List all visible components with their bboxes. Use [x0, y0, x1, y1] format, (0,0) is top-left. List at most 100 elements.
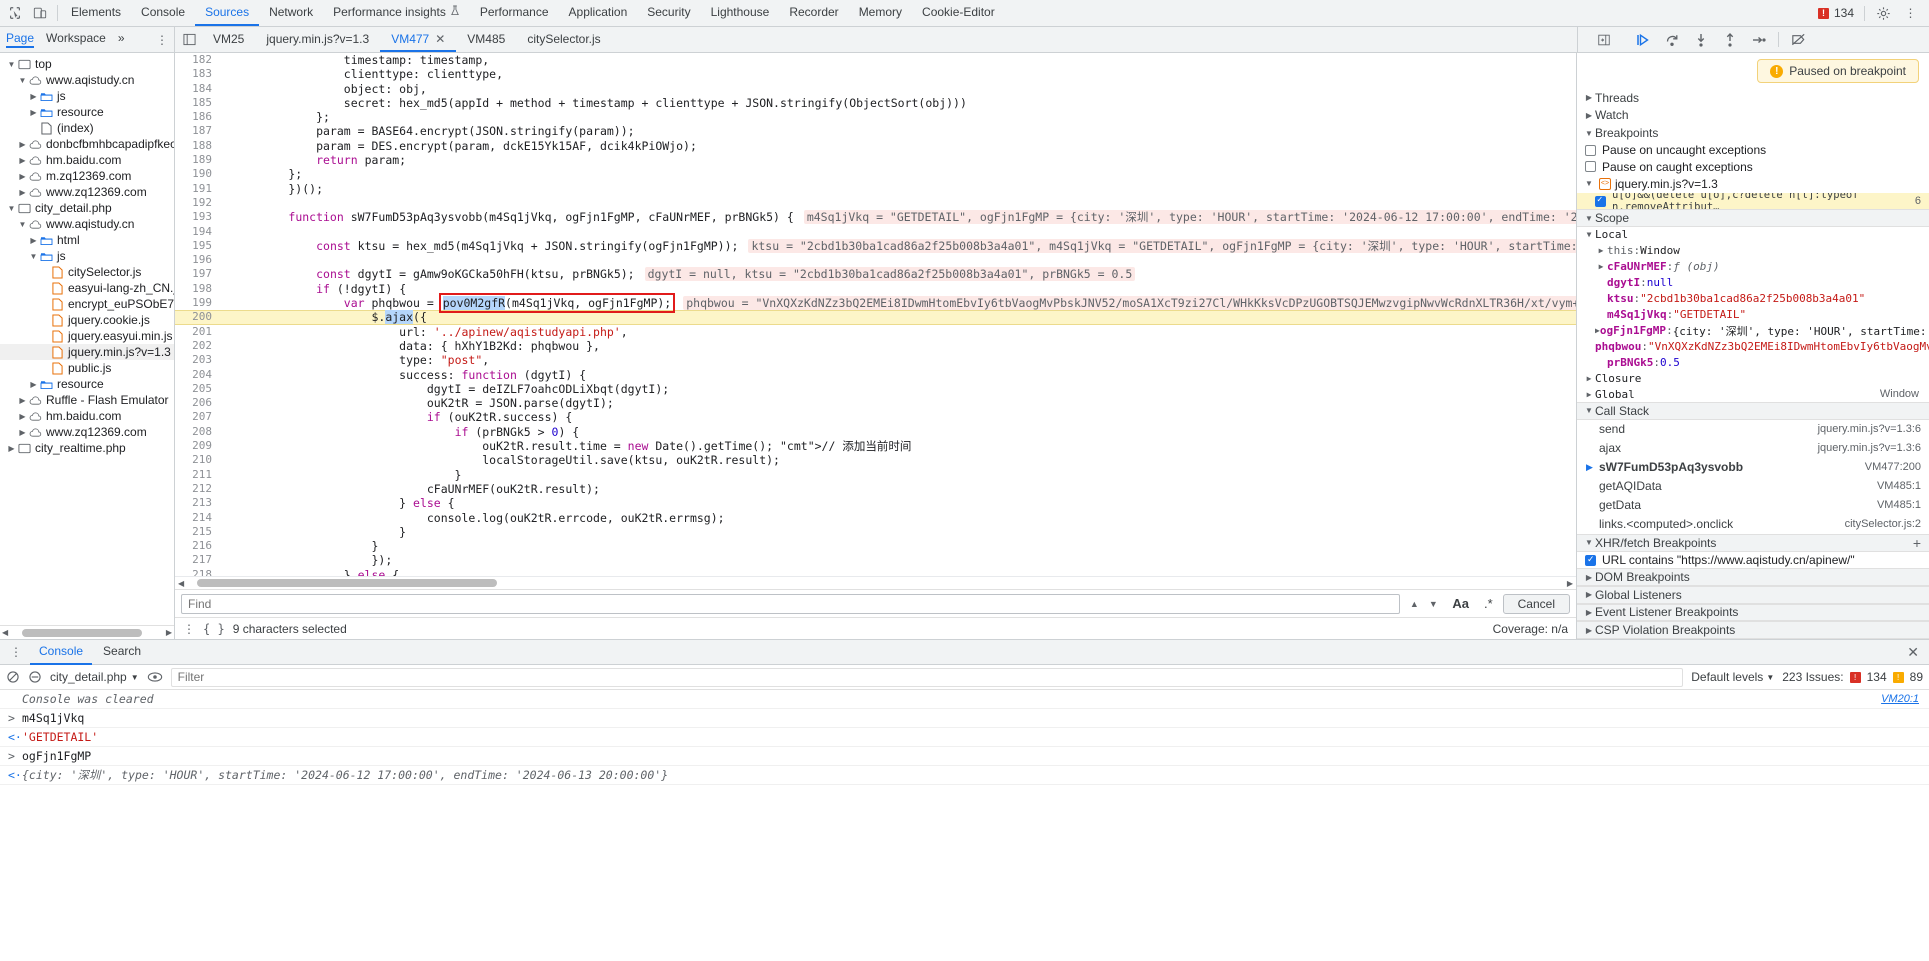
scope-variable[interactable]: ▶ ogFjn1FgMP: {city: '深圳', type: 'HOUR', … [1577, 323, 1929, 339]
line-number[interactable]: 196 [175, 253, 221, 267]
code-text[interactable]: type: "post", [231, 353, 489, 367]
code-line[interactable]: 216 } [175, 539, 1576, 553]
navigator-horizontal-scrollbar[interactable]: ◀ ▶ [0, 625, 174, 639]
section-breakpoints[interactable]: ▼ Breakpoints [1577, 124, 1929, 142]
code-text[interactable]: object: obj, [231, 82, 427, 96]
code-text[interactable]: }; [231, 167, 302, 181]
find-input[interactable] [181, 593, 1401, 614]
code-line[interactable]: 214 console.log(ouK2tR.errcode, ouK2tR.e… [175, 511, 1576, 525]
more-vertical-icon[interactable]: ⋮ [1902, 5, 1919, 22]
chevron-up-icon[interactable]: ▲ [1405, 594, 1423, 614]
editor-tab-vm25[interactable]: VM25 [202, 27, 255, 52]
tab-lighthouse[interactable]: Lighthouse [701, 0, 780, 26]
breakpoint-entry[interactable]: u[o]&&(delete u[o],c?delete n[l]:typeof … [1577, 192, 1929, 210]
code-line[interactable]: 208 if (prBNGk5 > 0) { [175, 425, 1576, 439]
tree-item-donbcfbmhbcapadipfkeojnn[interactable]: ▶ donbcfbmhbcapadipfkeojnn [0, 136, 174, 152]
chevron-right-icon[interactable]: ▶ [28, 107, 39, 118]
code-text[interactable]: } [231, 539, 378, 553]
editor-tab-vm485[interactable]: VM485 [456, 27, 516, 52]
line-number[interactable]: 188 [175, 139, 221, 153]
chevron-right-icon[interactable]: ▶ [17, 395, 28, 406]
chevron-right-icon[interactable]: ▶ [17, 155, 28, 166]
chevron-right-icon[interactable]: ▶ [28, 379, 39, 390]
tab-application[interactable]: Application [559, 0, 638, 26]
code-line[interactable]: 206 ouK2tR = JSON.parse(dgytI); [175, 396, 1576, 410]
scope-closure[interactable]: ▶ Closure [1577, 371, 1929, 387]
code-line[interactable]: 184 object: obj, [175, 82, 1576, 96]
call-stack-frame-location[interactable]: jquery.min.js?v=1.3:6 [1818, 423, 1929, 435]
code-text[interactable]: param = BASE64.encrypt(JSON.stringify(pa… [231, 124, 635, 138]
console-message[interactable]: Console was cleared VM20:1 [0, 690, 1929, 709]
scope-variable[interactable]: prBNGk5: 0.5 [1577, 355, 1929, 371]
code-viewport[interactable]: 182 timestamp: timestamp, 183 clienttype:… [175, 53, 1576, 576]
pause-on-uncaught-exceptions[interactable]: Pause on uncaught exceptions [1577, 142, 1929, 159]
code-text[interactable]: timestamp: timestamp, [231, 53, 489, 67]
tree-item-city-realtime-php[interactable]: ▶ city_realtime.php [0, 440, 174, 456]
section-global-listeners[interactable]: ▶ Global Listeners [1577, 586, 1929, 604]
code-line[interactable]: 213 } else { [175, 496, 1576, 510]
line-number[interactable]: 208 [175, 425, 221, 439]
line-number[interactable]: 211 [175, 468, 221, 482]
code-text[interactable]: dgytI = deIZLF7oahcODLiXbqt(dgytI); [231, 382, 669, 396]
tree-item-html[interactable]: ▶ html [0, 232, 174, 248]
nav-tab-page[interactable]: Page [6, 31, 35, 48]
show-navigator-icon[interactable] [1594, 30, 1614, 50]
code-line[interactable]: 203 type: "post", [175, 353, 1576, 367]
code-text[interactable]: if (ouK2tR.success) { [231, 410, 572, 424]
editor-tab-jquery[interactable]: jquery.min.js?v=1.3 [255, 27, 380, 52]
chevron-right-icon[interactable]: ▶ [28, 91, 39, 102]
close-icon[interactable]: ✕ [435, 32, 445, 46]
console-issues-summary[interactable]: 223 Issues: ! 134 ! 89 [1782, 670, 1923, 684]
call-stack-frame[interactable]: getAQIData VM485:1 [1577, 477, 1929, 496]
code-line[interactable]: 183 clienttype: clienttype, [175, 67, 1576, 81]
line-number[interactable]: 199 [175, 296, 221, 310]
line-number[interactable]: 190 [175, 167, 221, 181]
error-count-badge[interactable]: ! 134 [1817, 6, 1854, 20]
tree-item-hm-baidu-com[interactable]: ▶ hm.baidu.com [0, 152, 174, 168]
section-xhr-breakpoints[interactable]: ▼ XHR/fetch Breakpoints + [1577, 533, 1929, 552]
line-number[interactable]: 200 [175, 310, 221, 324]
code-text[interactable]: success: function (dgytI) { [231, 368, 586, 382]
code-line[interactable]: 201 url: '../apinew/aqistudyapi.php', [175, 325, 1576, 339]
code-line[interactable]: 197 const dgytI = gAmw9oKGCka50hFH(ktsu,… [175, 267, 1576, 282]
console-message[interactable]: <· 'GETDETAIL' [0, 728, 1929, 747]
tab-elements[interactable]: Elements [61, 0, 131, 26]
console-message-list[interactable]: Console was cleared VM20:1 > m4Sq1jVkq <· 'GE… [0, 690, 1929, 961]
tab-performance[interactable]: Performance [470, 0, 559, 26]
line-number[interactable]: 189 [175, 153, 221, 167]
code-line[interactable]: 189 return param; [175, 153, 1576, 167]
code-text[interactable]: }; [231, 110, 330, 124]
console-message-source[interactable]: VM20:1 [1881, 693, 1929, 705]
line-number[interactable]: 215 [175, 525, 221, 539]
line-number[interactable]: 213 [175, 496, 221, 510]
step-out-icon[interactable] [1720, 30, 1740, 50]
chevron-right-icon[interactable]: ▶ [17, 427, 28, 438]
line-number[interactable]: 186 [175, 110, 221, 124]
call-stack-frame-location[interactable]: VM477:200 [1865, 461, 1929, 473]
call-stack-frame-location[interactable]: VM485:1 [1877, 499, 1929, 511]
resume-script-icon[interactable] [1633, 30, 1653, 50]
scroll-right-icon[interactable]: ▶ [1564, 579, 1576, 588]
gear-icon[interactable] [1875, 5, 1892, 22]
code-line[interactable]: 204 success: function (dgytI) { [175, 368, 1576, 382]
chevron-down-icon[interactable]: ▼ [28, 251, 39, 262]
code-line[interactable]: 210 localStorageUtil.save(ktsu, ouK2tR.r… [175, 453, 1576, 467]
nav-tab-more[interactable]: » [118, 31, 125, 48]
section-csp-violation-breakpoints[interactable]: ▶ CSP Violation Breakpoints [1577, 621, 1929, 639]
line-number[interactable]: 183 [175, 67, 221, 81]
tree-item-www-aqistudy-cn[interactable]: ▼ www.aqistudy.cn [0, 216, 174, 232]
tree-item-index[interactable]: ▶(index) [0, 120, 174, 136]
call-stack-frame[interactable]: links.<computed>.onclick citySelector.js:… [1577, 515, 1929, 534]
code-line[interactable]: 196 [175, 253, 1576, 267]
line-number[interactable]: 195 [175, 239, 221, 253]
section-scope[interactable]: ▼ Scope [1577, 209, 1929, 228]
tree-item-ruffle-flash-emulator[interactable]: ▶ Ruffle - Flash Emulator [0, 392, 174, 408]
line-number[interactable]: 214 [175, 511, 221, 525]
tree-item-www-aqistudy-cn[interactable]: ▼ www.aqistudy.cn [0, 72, 174, 88]
tab-recorder[interactable]: Recorder [779, 0, 848, 26]
line-number[interactable]: 194 [175, 225, 221, 239]
scope-variable[interactable]: ktsu: "2cbd1b30ba1cad86a2f25b008b3a4a01" [1577, 291, 1929, 307]
tree-item-jquery-easyui-min-js[interactable]: ▶jquery.easyui.min.js [0, 328, 174, 344]
code-text[interactable]: cFaUNrMEF(ouK2tR.result); [231, 482, 600, 496]
code-text[interactable]: if (prBNGk5 > 0) { [231, 425, 580, 439]
